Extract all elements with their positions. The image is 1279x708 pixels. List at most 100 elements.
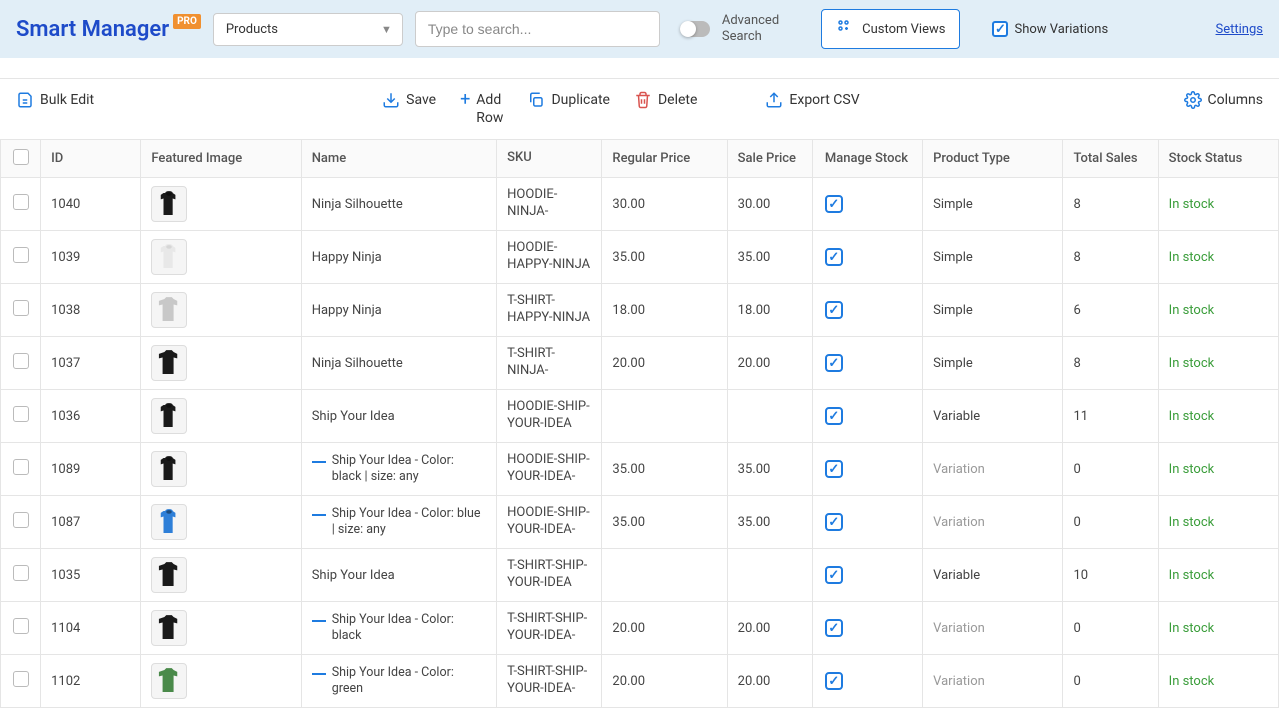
cell-regular-price[interactable]: 18.00 (602, 284, 727, 337)
cell-sku[interactable]: T-SHIRT-SHIP-YOUR-IDEA- (497, 655, 602, 708)
manage-stock-checkbox[interactable] (825, 619, 843, 637)
cell-name[interactable]: Ship Your Idea - Color: green (332, 665, 486, 699)
cell-product-type[interactable]: Simple (923, 337, 1063, 390)
cell-product-type[interactable]: Variation (923, 655, 1063, 708)
cell-sale-price[interactable] (727, 549, 812, 602)
cell-total-sales[interactable]: 6 (1063, 284, 1158, 337)
row-checkbox[interactable] (13, 353, 29, 369)
cell-sku[interactable]: HOODIE-SHIP-YOUR-IDEA (497, 390, 602, 443)
cell-name[interactable]: Ship Your Idea - Color: black (332, 612, 486, 646)
manage-stock-checkbox[interactable] (825, 566, 843, 584)
cell-sku[interactable]: T-SHIRT-SHIP-YOUR-IDEA- (497, 602, 602, 655)
product-thumbnail[interactable] (151, 504, 187, 540)
search-input[interactable] (415, 11, 660, 47)
col-regular-price[interactable]: Regular Price (602, 140, 727, 178)
cell-total-sales[interactable]: 8 (1063, 231, 1158, 284)
cell-product-type[interactable]: Simple (923, 231, 1063, 284)
cell-sku[interactable]: T-SHIRT-NINJA- (497, 337, 602, 390)
cell-sale-price[interactable]: 35.00 (727, 496, 812, 549)
cell-total-sales[interactable]: 0 (1063, 655, 1158, 708)
cell-name[interactable]: Ninja Silhouette (312, 356, 403, 371)
cell-total-sales[interactable]: 0 (1063, 602, 1158, 655)
cell-regular-price[interactable]: 35.00 (602, 443, 727, 496)
cell-id[interactable]: 1089 (41, 443, 141, 496)
cell-sale-price[interactable]: 35.00 (727, 443, 812, 496)
cell-product-type[interactable]: Variable (923, 549, 1063, 602)
cell-sale-price[interactable]: 20.00 (727, 337, 812, 390)
bulk-edit-button[interactable]: Bulk Edit (16, 91, 94, 109)
cell-sale-price[interactable]: 18.00 (727, 284, 812, 337)
cell-name[interactable]: Ship Your Idea - Color: black | size: an… (332, 453, 486, 487)
cell-sku[interactable]: HOODIE-SHIP-YOUR-IDEA- (497, 443, 602, 496)
row-checkbox[interactable] (13, 247, 29, 263)
cell-stock-status[interactable]: In stock (1158, 655, 1278, 708)
cell-regular-price[interactable]: 30.00 (602, 178, 727, 231)
row-checkbox[interactable] (13, 300, 29, 316)
cell-total-sales[interactable]: 0 (1063, 496, 1158, 549)
cell-total-sales[interactable]: 10 (1063, 549, 1158, 602)
col-total-sales[interactable]: Total Sales (1063, 140, 1158, 178)
manage-stock-checkbox[interactable] (825, 301, 843, 319)
col-featured-image[interactable]: Featured Image (141, 140, 301, 178)
cell-stock-status[interactable]: In stock (1158, 231, 1278, 284)
cell-total-sales[interactable]: 0 (1063, 443, 1158, 496)
cell-stock-status[interactable]: In stock (1158, 602, 1278, 655)
cell-regular-price[interactable] (602, 390, 727, 443)
cell-sale-price[interactable] (727, 390, 812, 443)
cell-total-sales[interactable]: 11 (1063, 390, 1158, 443)
cell-id[interactable]: 1037 (41, 337, 141, 390)
row-checkbox[interactable] (13, 459, 29, 475)
manage-stock-checkbox[interactable] (825, 407, 843, 425)
cell-id[interactable]: 1035 (41, 549, 141, 602)
row-checkbox[interactable] (13, 406, 29, 422)
manage-stock-checkbox[interactable] (825, 460, 843, 478)
product-thumbnail[interactable] (151, 239, 187, 275)
cell-regular-price[interactable]: 20.00 (602, 337, 727, 390)
cell-name[interactable]: Ship Your Idea - Color: blue | size: any (332, 506, 486, 540)
manage-stock-checkbox[interactable] (825, 354, 843, 372)
cell-id[interactable]: 1039 (41, 231, 141, 284)
product-thumbnail[interactable] (151, 345, 187, 381)
col-manage-stock[interactable]: Manage Stock (812, 140, 922, 178)
cell-name[interactable]: Ninja Silhouette (312, 197, 403, 212)
cell-stock-status[interactable]: In stock (1158, 496, 1278, 549)
cell-id[interactable]: 1102 (41, 655, 141, 708)
cell-sale-price[interactable]: 20.00 (727, 655, 812, 708)
show-variations-checkbox[interactable]: Show Variations (992, 21, 1108, 37)
select-all-checkbox[interactable] (13, 149, 29, 165)
cell-sku[interactable]: HOODIE-HAPPY-NINJA (497, 231, 602, 284)
col-sale-price[interactable]: Sale Price (727, 140, 812, 178)
cell-total-sales[interactable]: 8 (1063, 178, 1158, 231)
cell-product-type[interactable]: Simple (923, 178, 1063, 231)
product-thumbnail[interactable] (151, 557, 187, 593)
columns-button[interactable]: Columns (1184, 91, 1263, 109)
cell-sku[interactable]: HOODIE-NINJA- (497, 178, 602, 231)
cell-sale-price[interactable]: 35.00 (727, 231, 812, 284)
cell-stock-status[interactable]: In stock (1158, 390, 1278, 443)
duplicate-button[interactable]: Duplicate (527, 91, 610, 109)
manage-stock-checkbox[interactable] (825, 513, 843, 531)
cell-stock-status[interactable]: In stock (1158, 443, 1278, 496)
delete-button[interactable]: Delete (634, 91, 697, 109)
manage-stock-checkbox[interactable] (825, 672, 843, 690)
add-row-button[interactable]: + AddRow (460, 91, 503, 127)
col-stock-status[interactable]: Stock Status (1158, 140, 1278, 178)
cell-total-sales[interactable]: 8 (1063, 337, 1158, 390)
cell-product-type[interactable]: Variation (923, 602, 1063, 655)
cell-regular-price[interactable]: 20.00 (602, 655, 727, 708)
cell-id[interactable]: 1036 (41, 390, 141, 443)
cell-regular-price[interactable]: 35.00 (602, 496, 727, 549)
cell-sale-price[interactable]: 30.00 (727, 178, 812, 231)
product-thumbnail[interactable] (151, 610, 187, 646)
product-thumbnail[interactable] (151, 186, 187, 222)
cell-stock-status[interactable]: In stock (1158, 549, 1278, 602)
col-id[interactable]: ID (41, 140, 141, 178)
cell-sku[interactable]: HOODIE-SHIP-YOUR-IDEA- (497, 496, 602, 549)
custom-views-button[interactable]: Custom Views (821, 9, 960, 49)
product-thumbnail[interactable] (151, 398, 187, 434)
cell-stock-status[interactable]: In stock (1158, 284, 1278, 337)
cell-product-type[interactable]: Variation (923, 443, 1063, 496)
row-checkbox[interactable] (13, 194, 29, 210)
cell-stock-status[interactable]: In stock (1158, 337, 1278, 390)
row-checkbox[interactable] (13, 512, 29, 528)
